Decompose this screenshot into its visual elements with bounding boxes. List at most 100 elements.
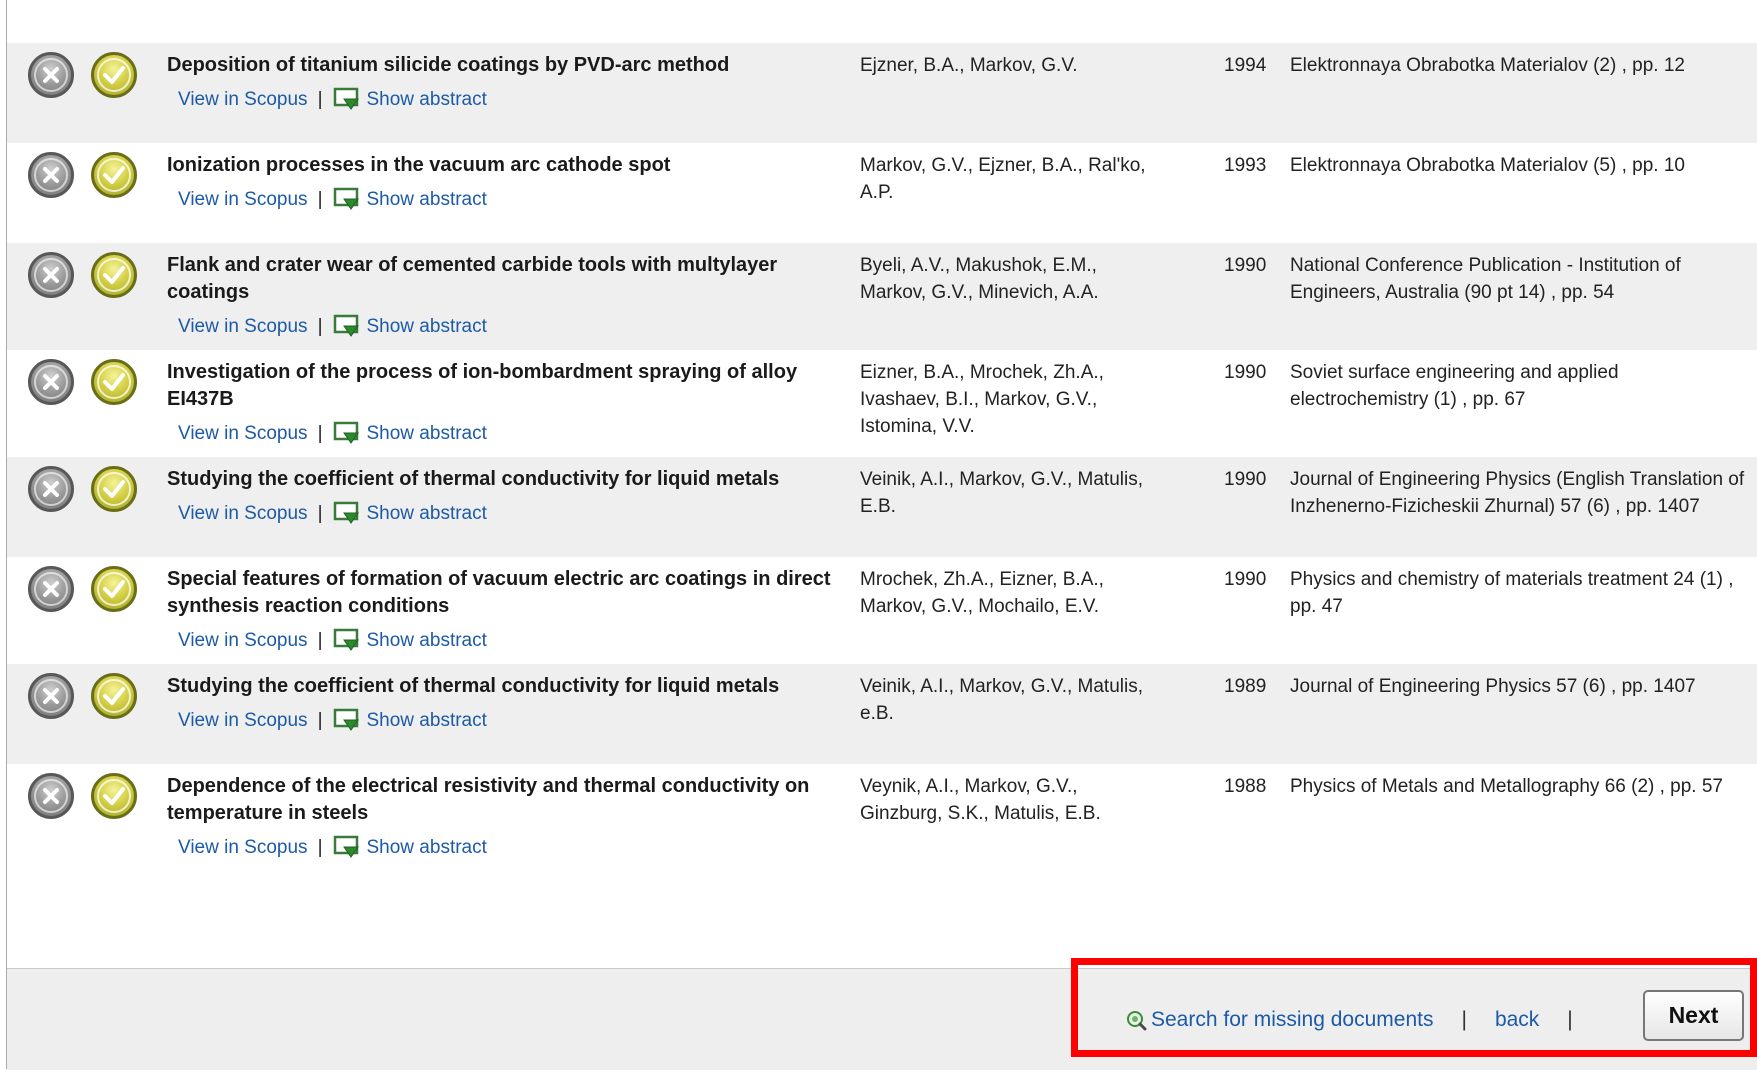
checkmark-icon (103, 66, 125, 84)
year: 1990 (1224, 255, 1267, 276)
reject-button[interactable] (28, 359, 74, 405)
show-abstract-link[interactable]: Show abstract (367, 314, 487, 340)
show-abstract-icon[interactable] (333, 708, 361, 734)
year: 1990 (1224, 469, 1267, 490)
source: Journal of Engineering Physics 57 (6) , … (1290, 676, 1696, 697)
view-in-scopus-link[interactable]: View in Scopus (178, 421, 308, 447)
reject-button[interactable] (28, 773, 74, 819)
checkmark-icon (103, 480, 125, 498)
magnifier-icon[interactable] (1125, 1009, 1147, 1031)
authors: Veynik, A.I., Markov, G.V., Ginzburg, S.… (860, 776, 1101, 824)
show-abstract-link[interactable]: Show abstract (367, 87, 487, 113)
close-icon (43, 788, 59, 804)
accept-button[interactable] (91, 152, 137, 198)
view-in-scopus-link[interactable]: View in Scopus (178, 708, 308, 734)
accept-button[interactable] (91, 566, 137, 612)
document-title[interactable]: Special features of formation of vacuum … (167, 566, 837, 620)
source: Elektronnaya Obrabotka Materialov (2) , … (1290, 55, 1685, 76)
accept-button[interactable] (91, 52, 137, 98)
view-in-scopus-link[interactable]: View in Scopus (178, 501, 308, 527)
source: Elektronnaya Obrabotka Materialov (5) , … (1290, 155, 1685, 176)
close-icon (43, 374, 59, 390)
show-abstract-icon[interactable] (333, 187, 361, 213)
link-separator: | (317, 837, 323, 858)
row-links: View in Scopus | Show abstract (178, 421, 837, 447)
document-title[interactable]: Studying the coefficient of thermal cond… (167, 673, 837, 700)
accept-button[interactable] (91, 359, 137, 405)
authors: Byeli, A.V., Makushok, E.M., Markov, G.V… (860, 255, 1099, 303)
view-in-scopus-link[interactable]: View in Scopus (178, 314, 308, 340)
view-in-scopus-link[interactable]: View in Scopus (178, 835, 308, 861)
authors: Ejzner, B.A., Markov, G.V. (860, 55, 1078, 76)
close-icon (43, 688, 59, 704)
show-abstract-link[interactable]: Show abstract (367, 628, 487, 654)
reject-button[interactable] (28, 252, 74, 298)
result-row: Deposition of titanium silicide coatings… (7, 43, 1757, 143)
accept-button[interactable] (91, 673, 137, 719)
source: Journal of Engineering Physics (English … (1290, 469, 1745, 517)
show-abstract-link[interactable]: Show abstract (367, 501, 487, 527)
show-abstract-icon[interactable] (333, 835, 361, 861)
result-row: Investigation of the process of ion-bomb… (7, 350, 1757, 457)
link-separator: | (317, 423, 323, 444)
result-row: Special features of formation of vacuum … (7, 557, 1757, 664)
show-abstract-icon[interactable] (333, 628, 361, 654)
document-title[interactable]: Ionization processes in the vacuum arc c… (167, 152, 837, 179)
year: 1989 (1224, 676, 1267, 697)
search-missing-documents-link[interactable]: Search for missing documents (1151, 1005, 1433, 1035)
view-in-scopus-link[interactable]: View in Scopus (178, 187, 308, 213)
show-abstract-link[interactable]: Show abstract (367, 421, 487, 447)
checkmark-icon (103, 687, 125, 705)
checkmark-icon (103, 266, 125, 284)
document-title[interactable]: Dependence of the electrical resistivity… (167, 773, 837, 827)
document-title[interactable]: Deposition of titanium silicide coatings… (167, 52, 837, 79)
show-abstract-icon[interactable] (333, 87, 361, 113)
authors: Markov, G.V., Ejzner, B.A., Ral'ko, A.P. (860, 155, 1146, 203)
link-separator: | (317, 316, 323, 337)
reject-button[interactable] (28, 52, 74, 98)
reject-button[interactable] (28, 673, 74, 719)
reject-button[interactable] (28, 466, 74, 512)
year: 1993 (1224, 155, 1267, 176)
row-links: View in Scopus | Show abstract (178, 187, 837, 213)
document-title[interactable]: Studying the coefficient of thermal cond… (167, 466, 837, 493)
view-in-scopus-link[interactable]: View in Scopus (178, 87, 308, 113)
footer-separator: | (1461, 1008, 1467, 1031)
next-button[interactable]: Next (1643, 990, 1744, 1041)
view-in-scopus-link[interactable]: View in Scopus (178, 628, 308, 654)
close-icon (43, 267, 59, 283)
show-abstract-icon[interactable] (333, 421, 361, 447)
result-row: Dependence of the electrical resistivity… (7, 764, 1757, 871)
back-link[interactable]: back (1495, 1005, 1539, 1035)
year: 1988 (1224, 776, 1267, 797)
reject-button[interactable] (28, 566, 74, 612)
link-separator: | (317, 630, 323, 651)
show-abstract-link[interactable]: Show abstract (367, 187, 487, 213)
checkmark-icon (103, 787, 125, 805)
year: 1994 (1224, 55, 1267, 76)
source: Physics and chemistry of materials treat… (1290, 569, 1734, 617)
result-row: Studying the coefficient of thermal cond… (7, 457, 1757, 557)
document-title[interactable]: Investigation of the process of ion-bomb… (167, 359, 837, 413)
results-list: Deposition of titanium silicide coatings… (7, 43, 1757, 871)
source: Physics of Metals and Metallography 66 (… (1290, 776, 1724, 797)
footer-links: Search for missing documents | back | (1125, 1005, 1601, 1035)
link-separator: | (317, 89, 323, 110)
row-links: View in Scopus | Show abstract (178, 87, 837, 113)
accept-button[interactable] (91, 252, 137, 298)
show-abstract-link[interactable]: Show abstract (367, 708, 487, 734)
accept-button[interactable] (91, 773, 137, 819)
row-links: View in Scopus | Show abstract (178, 628, 837, 654)
row-links: View in Scopus | Show abstract (178, 835, 837, 861)
show-abstract-icon[interactable] (333, 501, 361, 527)
show-abstract-link[interactable]: Show abstract (367, 835, 487, 861)
row-links: View in Scopus | Show abstract (178, 708, 837, 734)
source: National Conference Publication - Instit… (1290, 255, 1681, 303)
link-separator: | (317, 503, 323, 524)
document-title[interactable]: Flank and crater wear of cemented carbid… (167, 252, 837, 306)
authors: Eizner, B.A., Mrochek, Zh.A., Ivashaev, … (860, 362, 1104, 437)
accept-button[interactable] (91, 466, 137, 512)
close-icon (43, 581, 59, 597)
show-abstract-icon[interactable] (333, 314, 361, 340)
reject-button[interactable] (28, 152, 74, 198)
